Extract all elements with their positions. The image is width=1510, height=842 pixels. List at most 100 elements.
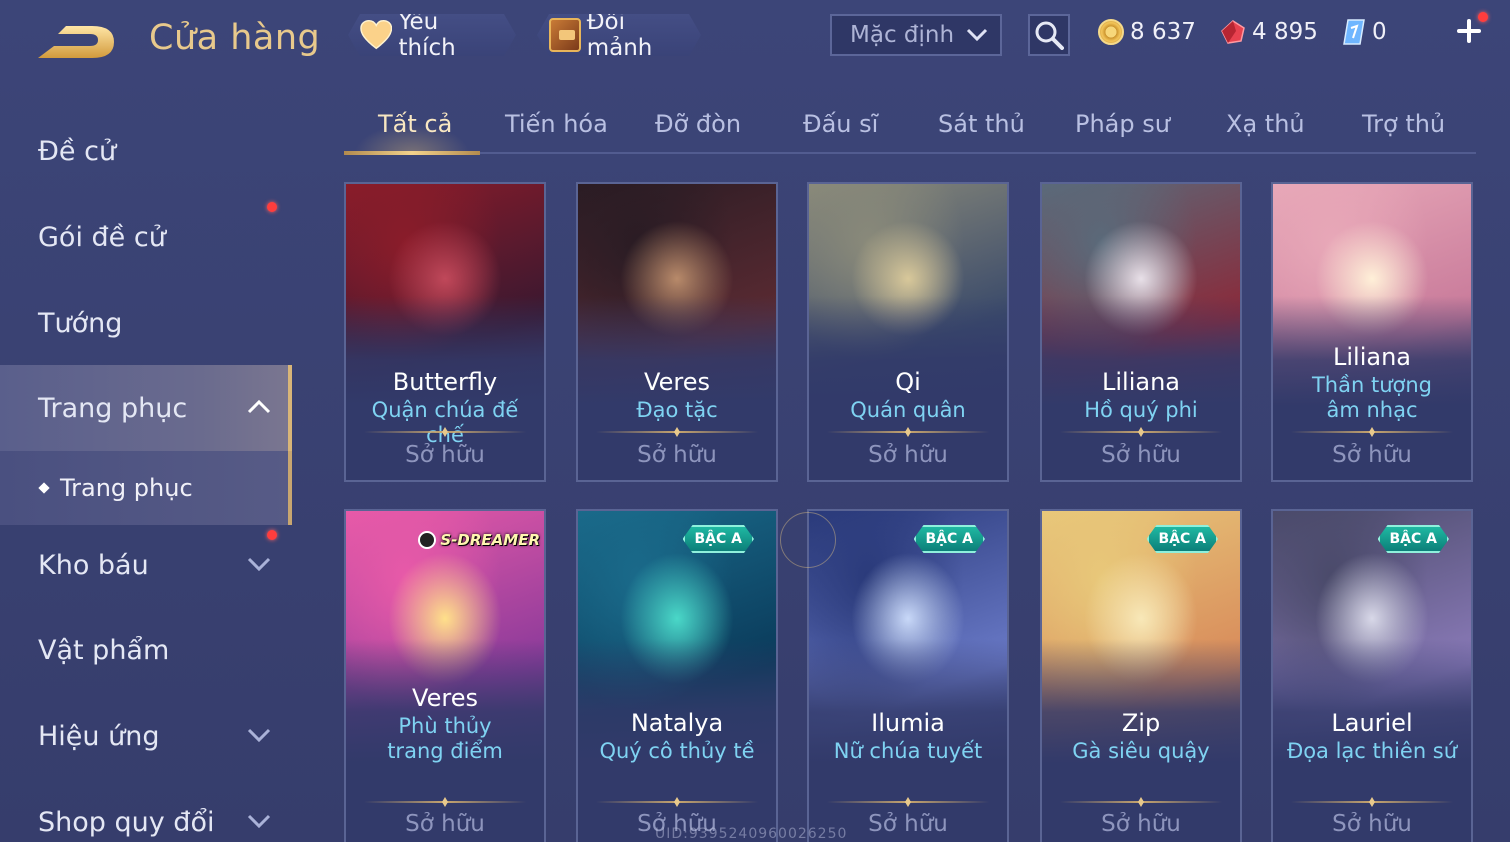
sidebar-subitem-skins[interactable]: Trang phục — [0, 451, 292, 525]
hero-name: Veres — [412, 684, 478, 712]
card-divider — [1060, 431, 1222, 433]
chevron-down-icon — [247, 557, 271, 572]
hero-name: Liliana — [1102, 368, 1180, 396]
voucher-icon — [1343, 19, 1365, 45]
sidebar-item-recommended[interactable]: Đề cử — [0, 108, 292, 194]
skin-card[interactable]: Qi Quán quân Sở hữu — [807, 182, 1009, 482]
skin-card[interactable]: Liliana Hồ quý phi Sở hữu — [1040, 182, 1242, 482]
skin-name: Đạo tặc — [636, 398, 718, 422]
sidebar-item-heroes[interactable]: Tướng — [0, 280, 292, 366]
ruby-amount: 4 895 — [1252, 19, 1318, 45]
tab-support[interactable]: Trợ thủ — [1362, 110, 1445, 138]
brand-logo-icon — [418, 531, 437, 549]
tier-badge: BẬC A — [1378, 525, 1450, 553]
heart-icon — [360, 19, 392, 51]
voucher-currency: 0 — [1342, 16, 1387, 48]
card-divider — [364, 801, 526, 803]
skin-card[interactable]: Lauriel Đọa lạc thiên sứ Sở hữu BẬC A — [1271, 509, 1473, 842]
voucher-amount: 0 — [1372, 19, 1387, 45]
sort-value: Mặc định — [850, 22, 955, 48]
search-icon — [1035, 21, 1064, 50]
tab-all[interactable]: Tất cả — [378, 110, 452, 138]
sidebar-item-label: Kho báu — [38, 549, 149, 581]
card-divider — [827, 431, 989, 433]
notification-dot — [267, 530, 277, 540]
skin-card[interactable]: ButterflyQuận chúa đế chếSở hữu — [344, 182, 546, 482]
hero-name: Ilumia — [871, 709, 945, 737]
topup-notification-dot — [1478, 12, 1488, 22]
brand-badge: S-DREAMER — [412, 527, 544, 553]
sidebar-item-label: Vật phẩm — [38, 634, 170, 666]
sidebar-item-effects[interactable]: Hiệu ứng — [0, 693, 292, 779]
ruby-icon — [1221, 20, 1245, 44]
sort-dropdown[interactable]: Mặc định — [830, 14, 1002, 56]
sidebar-item-label: Hiệu ứng — [38, 720, 160, 752]
sidebar-item-label: Shop quy đổi — [38, 806, 215, 838]
skin-name: Quán quân — [850, 398, 966, 422]
skin-card[interactable]: Liliana Thần tượng âm nhạc Sở hữu — [1271, 182, 1473, 482]
sidebar-item-label: Tướng — [38, 307, 123, 339]
skin-card[interactable]: Veres Phù thủy trang điểm Sở hữu S-DREAMER — [344, 509, 546, 842]
skin-name: Thần tượng âm nhạc — [1311, 373, 1433, 422]
ruby-currency: 4 895 — [1220, 16, 1318, 48]
owned-status: Sở hữu — [1101, 442, 1181, 468]
sidebar-item-items[interactable]: Vật phẩm — [0, 607, 292, 693]
exchange-fragments-button[interactable]: Đổi mảnh — [537, 14, 701, 56]
brand-label: S-DREAMER — [440, 531, 540, 549]
notification-dot — [267, 202, 277, 212]
sidebar-item-skins[interactable]: Trang phục — [0, 365, 292, 451]
gold-coin-icon — [1098, 19, 1124, 45]
card-divider — [596, 431, 758, 433]
skin-name: Gà siêu quậy — [1072, 739, 1210, 763]
chevron-down-icon — [966, 28, 988, 42]
chevron-up-icon — [247, 399, 271, 414]
active-tab-underline — [344, 151, 480, 155]
tier-badge: BẬC A — [914, 525, 986, 553]
owned-status: Sở hữu — [1332, 442, 1412, 468]
hero-name: Lauriel — [1331, 709, 1413, 737]
owned-status: Sở hữu — [868, 442, 948, 468]
card-divider — [1060, 801, 1222, 803]
tier-badge: BẬC A — [683, 525, 755, 553]
category-tabs: Tất cả Tiến hóa Đỡ đòn Đấu sĩ Sát thủ Ph… — [344, 100, 1476, 155]
tab-evolution[interactable]: Tiến hóa — [505, 110, 608, 138]
tab-assassin[interactable]: Sát thủ — [938, 110, 1025, 138]
skin-card[interactable]: Ilumia Nữ chúa tuyết Sở hữu BẬC A — [807, 509, 1009, 842]
tab-marksman[interactable]: Xạ thủ — [1226, 110, 1305, 138]
sidebar-item-label: Trang phục — [38, 392, 188, 424]
sidebar-item-exchange-shop[interactable]: Shop quy đổi — [0, 779, 292, 842]
skin-name: Nữ chúa tuyết — [833, 739, 983, 763]
exchange-label: Đổi mảnh — [586, 9, 653, 61]
search-button[interactable] — [1028, 14, 1070, 56]
sidebar-item-label: Gói đề cử — [38, 221, 166, 253]
card-divider — [827, 801, 989, 803]
hero-name: Qi — [895, 368, 921, 396]
gold-currency: 8 637 — [1098, 16, 1196, 48]
hero-name: Butterfly — [392, 368, 498, 396]
favorites-label: Yêu thích — [398, 9, 456, 61]
skin-card[interactable]: Veres Đạo tặc Sở hữu — [576, 182, 778, 482]
uid-watermark: UID:9395240960026250 — [655, 826, 848, 842]
owned-status: Sở hữu — [1101, 811, 1181, 837]
favorites-button[interactable]: Yêu thích — [348, 14, 516, 56]
tab-mage[interactable]: Pháp sư — [1075, 110, 1170, 138]
hero-name: Natalya — [630, 709, 724, 737]
owned-status: Sở hữu — [1332, 811, 1412, 837]
chevron-down-icon — [247, 728, 271, 743]
skin-card[interactable]: Natalya Quý cô thủy tề Sở hữu BẬC A — [576, 509, 778, 842]
sidebar: Đề cử Gói đề cử Tướng Trang phục Trang p… — [0, 100, 292, 842]
skin-name: Đọa lạc thiên sứ — [1286, 739, 1458, 763]
sidebar-item-treasure[interactable]: Kho báu — [0, 522, 292, 608]
skin-name: Quận chúa đế chế — [371, 398, 519, 447]
back-arrow-icon[interactable] — [36, 22, 118, 62]
page-title: Cửa hàng — [149, 18, 321, 58]
tab-tank[interactable]: Đỡ đòn — [655, 110, 741, 138]
card-divider — [1291, 431, 1453, 433]
card-divider — [1291, 801, 1453, 803]
card-divider — [364, 431, 526, 433]
skin-card[interactable]: Zip Gà siêu quậy Sở hữu BẬC A — [1040, 509, 1242, 842]
skin-name: Hồ quý phi — [1084, 398, 1198, 422]
owned-status: Sở hữu — [405, 442, 485, 468]
sidebar-item-recommended-packs[interactable]: Gói đề cử — [0, 194, 292, 280]
tab-fighter[interactable]: Đấu sĩ — [803, 110, 878, 138]
